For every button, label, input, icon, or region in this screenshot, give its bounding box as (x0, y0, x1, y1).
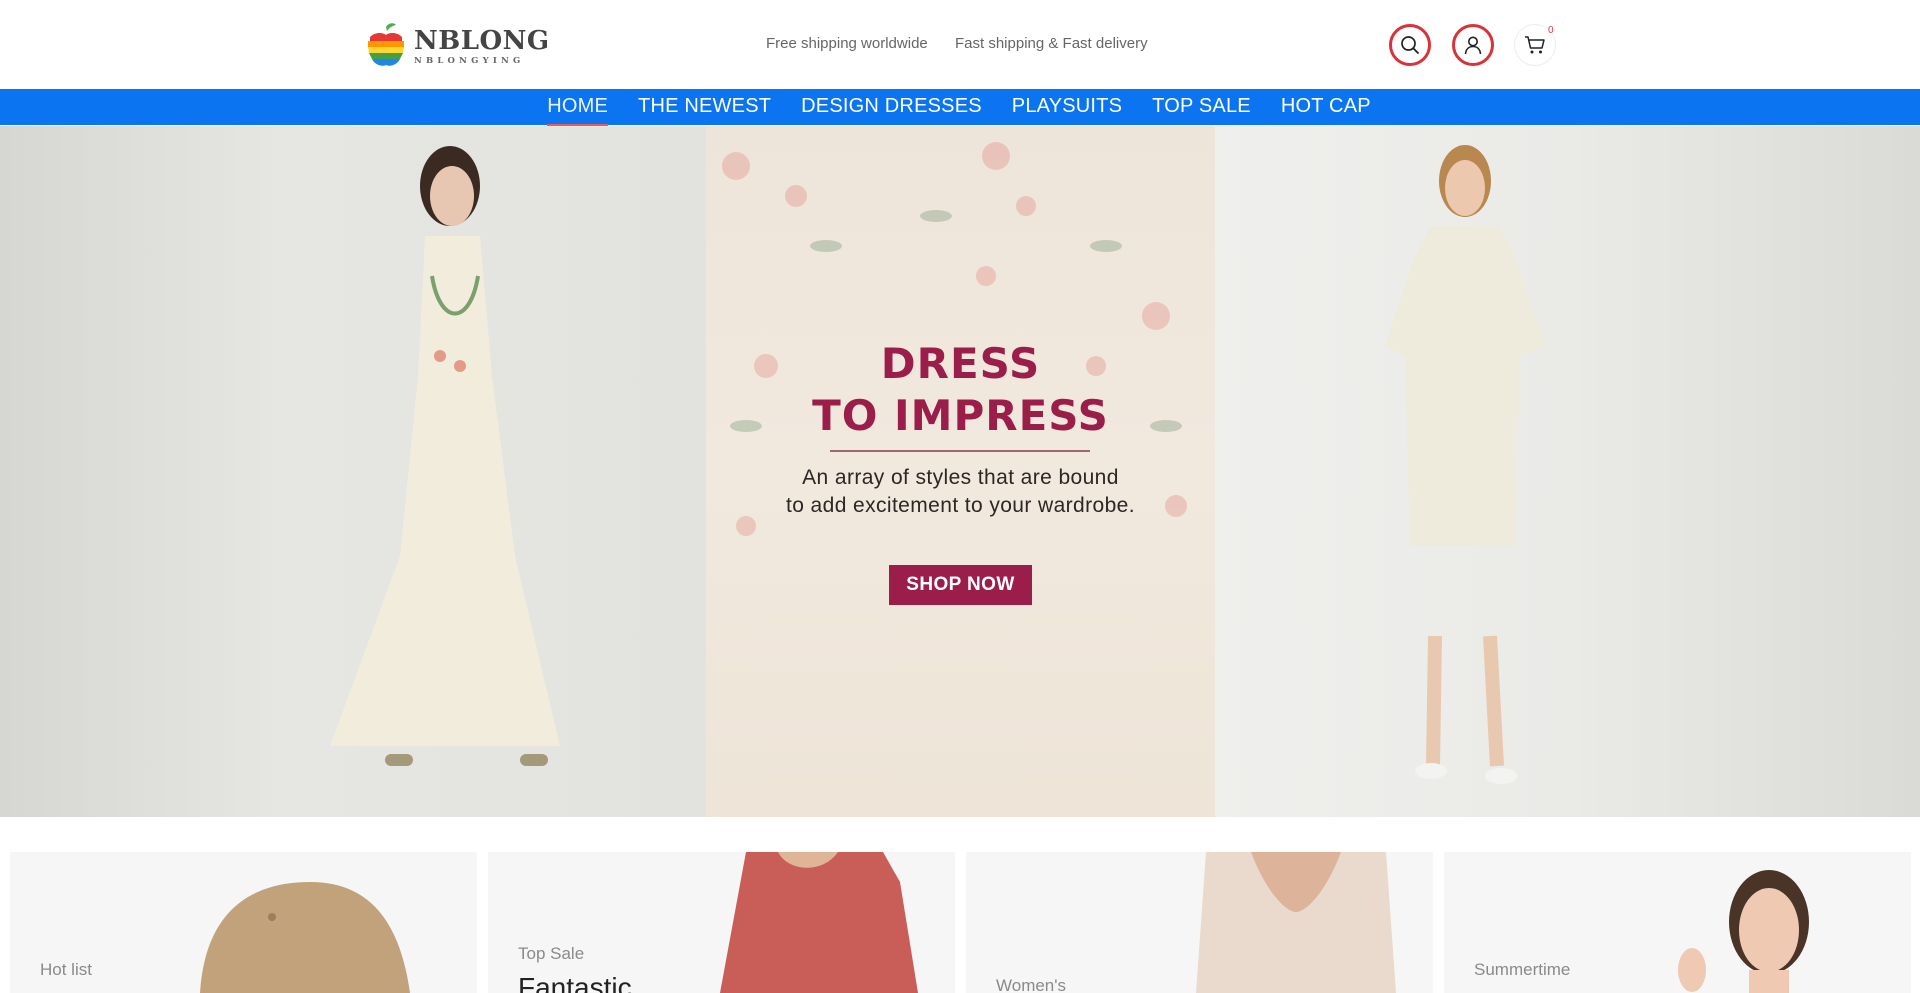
user-icon (1464, 36, 1482, 55)
hero-title-line2: TO IMPRESS (812, 391, 1109, 440)
nav-item-home[interactable]: HOME (547, 95, 608, 126)
logo-name: NBLONG (414, 25, 550, 56)
hero-model-right-image (1215, 126, 1920, 817)
card-label: Women's (996, 976, 1067, 993)
search-icon (1401, 36, 1419, 54)
category-card-top-sale[interactable]: Top Sale Fantastic (488, 852, 955, 993)
blouse-image (1196, 852, 1396, 993)
promo-free-shipping: Free shipping worldwide (766, 35, 928, 52)
card-label: Hot list (40, 960, 92, 979)
card-title: Fantastic (518, 972, 632, 993)
hero-subtitle-line1: An array of styles that are bound (802, 466, 1119, 489)
logo-apple-icon (364, 23, 408, 69)
card-label: Top Sale (518, 944, 585, 963)
category-card-summertime[interactable]: Summertime (1444, 852, 1911, 993)
hero-title-line1: DRESS (880, 339, 1041, 388)
hero-model-left-image (0, 126, 706, 817)
nav-item-the-newest[interactable]: THE NEWEST (638, 95, 771, 120)
card-label: Summertime (1474, 960, 1571, 979)
main-navigation: HOME THE NEWEST DESIGN DRESSES PLAYSUITS… (0, 89, 1920, 126)
cart-count-badge: 0 (1548, 25, 1554, 36)
cart-icon (1525, 36, 1545, 54)
search-button[interactable] (1389, 24, 1431, 66)
nav-item-top-sale[interactable]: TOP SALE (1152, 95, 1251, 120)
hero-divider (830, 450, 1090, 452)
category-cards: Hot list Top Sale Fantastic Women's Summ… (0, 852, 1920, 993)
account-button[interactable] (1452, 24, 1494, 66)
category-card-hot-list[interactable]: Hot list (10, 852, 477, 993)
nav-item-playsuits[interactable]: PLAYSUITS (1012, 95, 1122, 120)
nav-item-design-dresses[interactable]: DESIGN DRESSES (801, 95, 982, 120)
logo-tagline: NBLONGYING (414, 55, 525, 66)
hero-banner[interactable]: DRESS TO IMPRESS An array of styles that… (0, 126, 1920, 817)
promo-fast-delivery: Fast shipping & Fast delivery (955, 35, 1148, 52)
category-card-womens[interactable]: Women's (966, 852, 1433, 993)
site-logo[interactable]: NBLONG NBLONGYING (364, 22, 549, 70)
site-header: NBLONG NBLONGYING Free shipping worldwid… (0, 0, 1920, 89)
nav-item-hot-cap[interactable]: HOT CAP (1281, 95, 1371, 120)
shop-now-button[interactable]: SHOP NOW (889, 565, 1032, 605)
hero-subtitle-line2: to add excitement to your wardrobe. (785, 494, 1135, 517)
